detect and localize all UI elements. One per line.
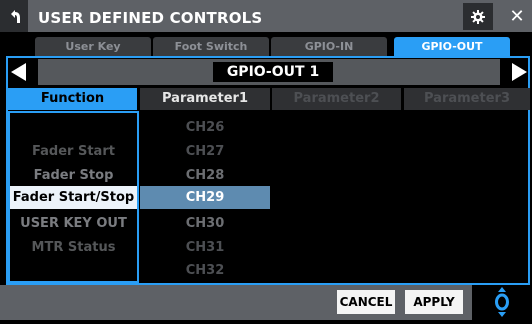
function-item-blank[interactable] — [8, 116, 139, 139]
settings-button[interactable] — [463, 3, 493, 30]
function-item-fader-start[interactable]: Fader Start — [8, 140, 139, 163]
back-button[interactable] — [0, 0, 28, 32]
parameter1-item-ch29[interactable]: CH29 — [140, 186, 270, 209]
gpio-selector-value[interactable]: GPIO-OUT 1 — [213, 62, 333, 82]
page-title: USER DEFINED CONTROLS — [38, 9, 263, 27]
parameter1-item-ch32[interactable]: CH32 — [140, 259, 270, 282]
tab-foot-switch[interactable]: Foot Switch — [153, 37, 269, 57]
tab-gpio-out[interactable]: GPIO-OUT — [394, 37, 510, 57]
apply-button[interactable]: APPLY — [405, 290, 463, 314]
function-item-user-key-out[interactable]: USER KEY OUT — [8, 212, 139, 235]
gear-icon — [471, 9, 485, 24]
parameter1-item-ch26[interactable]: CH26 — [140, 116, 270, 139]
knob-indicator — [472, 285, 532, 320]
close-button[interactable]: ✕ — [502, 0, 532, 32]
parameter1-item-ch30[interactable]: CH30 — [140, 212, 270, 235]
close-icon: ✕ — [509, 5, 525, 27]
column-header-parameter3: Parameter3 — [404, 88, 530, 110]
triangle-right-icon[interactable] — [510, 62, 529, 82]
tab-gpio-in[interactable]: GPIO-IN — [271, 37, 387, 57]
back-arrow-icon — [11, 10, 20, 23]
column-header-parameter2: Parameter2 — [272, 88, 401, 110]
function-item-fader-start-stop[interactable]: Fader Start/Stop — [10, 186, 137, 209]
cancel-button[interactable]: CANCEL — [337, 290, 395, 314]
function-item-mtr-status[interactable]: MTR Status — [8, 236, 139, 259]
triangle-left-icon[interactable] — [9, 62, 28, 82]
column-header-function: Function — [8, 88, 137, 110]
parameter1-item-ch27[interactable]: CH27 — [140, 140, 270, 163]
parameter1-item-ch28[interactable]: CH28 — [140, 164, 270, 187]
parameter1-item-ch31[interactable]: CH31 — [140, 236, 270, 259]
tab-user-key[interactable]: User Key — [35, 37, 151, 57]
function-item-fader-stop[interactable]: Fader Stop — [8, 164, 139, 187]
column-header-parameter1: Parameter1 — [140, 88, 270, 110]
knob-icon — [495, 287, 509, 317]
